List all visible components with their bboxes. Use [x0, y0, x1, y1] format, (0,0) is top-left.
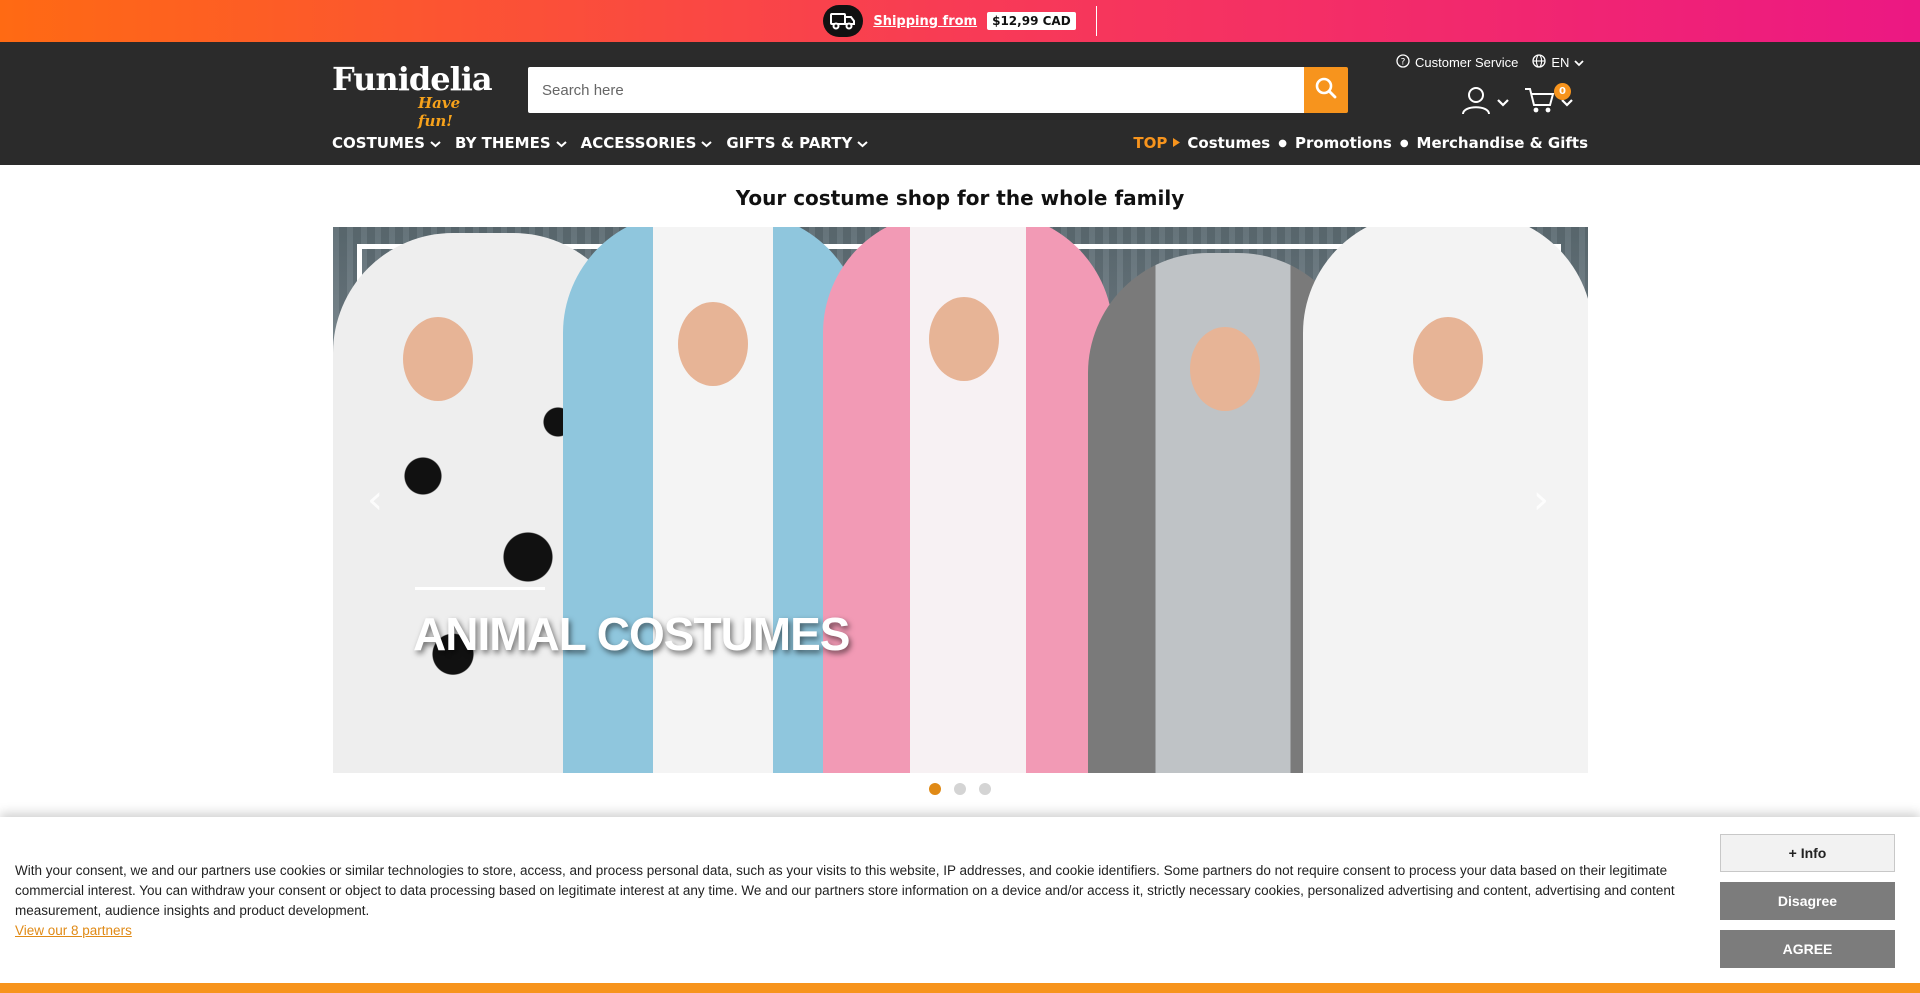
hero-face	[403, 317, 473, 401]
language-selector[interactable]: EN	[1532, 54, 1585, 71]
carousel-dot-1[interactable]	[929, 783, 941, 795]
cookie-consent-text: With your consent, we and our partners u…	[15, 863, 1675, 918]
top-label-text: TOP	[1133, 134, 1168, 152]
logo-tagline: Have fun!	[418, 94, 461, 130]
shipping-link[interactable]: Shipping from	[873, 14, 977, 29]
chevron-right-icon[interactable]: ›	[1533, 477, 1549, 523]
customer-service-label: Customer Service	[1415, 55, 1519, 70]
bottom-accent-strip	[0, 983, 1920, 993]
carousel-dot-3[interactable]	[979, 783, 991, 795]
hero-face	[1190, 327, 1260, 411]
promo-divider	[1095, 6, 1097, 36]
cookie-text-block: With your consent, we and our partners u…	[15, 861, 1705, 941]
hero-title-underline	[415, 587, 545, 590]
cart-count-badge: 0	[1554, 83, 1571, 100]
search-bar	[528, 67, 1348, 113]
hero-face	[678, 302, 748, 386]
nav-label: COSTUMES	[332, 134, 425, 152]
chevron-down-icon	[701, 134, 713, 152]
shipping-price-badge: $12,99 CAD	[987, 12, 1076, 30]
search-input[interactable]	[528, 67, 1304, 113]
language-label: EN	[1551, 55, 1570, 70]
customer-service-link[interactable]: ? Customer Service	[1396, 54, 1518, 71]
chevron-down-icon	[1574, 55, 1585, 70]
cart-icon	[1524, 85, 1556, 119]
nav-label: GIFTS & PARTY	[726, 134, 853, 152]
hero-banner[interactable]: ANIMAL COSTUMES ‹ ›	[333, 227, 1588, 773]
top-link-merchandise[interactable]: Merchandise & Gifts	[1417, 134, 1588, 152]
nav-separator: ●	[1399, 137, 1409, 149]
cookie-actions: + Info Disagree AGREE	[1720, 834, 1895, 968]
chevron-down-icon	[430, 134, 441, 152]
disagree-button[interactable]: Disagree	[1720, 882, 1895, 920]
svg-text:?: ?	[1401, 58, 1406, 68]
top-label: TOP	[1133, 134, 1181, 152]
chevron-left-icon[interactable]: ‹	[367, 477, 383, 523]
chevron-down-icon	[857, 134, 868, 152]
view-partners-link[interactable]: View our 8 partners	[15, 921, 132, 941]
top-link-costumes[interactable]: Costumes	[1187, 134, 1270, 152]
promo-bar: Shipping from $12,99 CAD	[0, 0, 1920, 42]
nav-separator: ●	[1278, 137, 1287, 149]
user-icon	[1460, 85, 1492, 119]
agree-button[interactable]: AGREE	[1720, 930, 1895, 968]
search-icon	[1314, 76, 1338, 104]
hero-face	[1413, 317, 1483, 401]
cookie-banner: With your consent, we and our partners u…	[0, 817, 1920, 983]
logo-text: Funidelia	[332, 60, 493, 98]
nav-by-themes[interactable]: BY THEMES	[455, 134, 567, 152]
search-button[interactable]	[1304, 67, 1348, 113]
main-nav: COSTUMES BY THEMES ACCESSORIES GIFTS & P…	[332, 134, 868, 152]
carousel-dots	[0, 783, 1920, 795]
carousel-dot-2[interactable]	[954, 783, 966, 795]
nav-accessories[interactable]: ACCESSORIES	[581, 134, 713, 152]
cart-menu[interactable]: 0	[1524, 83, 1574, 119]
account-menu[interactable]	[1460, 85, 1510, 119]
logo[interactable]: Funidelia Have fun!	[332, 60, 493, 130]
nav-costumes[interactable]: COSTUMES	[332, 134, 441, 152]
hero-face	[929, 297, 999, 381]
top-link-promotions[interactable]: Promotions	[1295, 134, 1392, 152]
chevron-down-icon	[1496, 93, 1510, 112]
play-arrow-icon	[1172, 134, 1181, 152]
nav-label: ACCESSORIES	[580, 134, 697, 152]
hero-title: ANIMAL COSTUMES	[413, 608, 850, 660]
nav-gifts-party[interactable]: GIFTS & PARTY	[726, 134, 868, 152]
nav-label: BY THEMES	[454, 134, 551, 152]
promo-content[interactable]: Shipping from $12,99 CAD	[823, 5, 1097, 37]
globe-icon	[1532, 54, 1546, 71]
truck-icon	[823, 5, 864, 37]
info-button[interactable]: + Info	[1720, 834, 1895, 872]
question-circle-icon: ?	[1396, 54, 1410, 71]
page-title: Your costume shop for the whole family	[735, 186, 1185, 210]
chevron-down-icon	[556, 134, 567, 152]
header-top-links: ? Customer Service EN	[1396, 54, 1585, 71]
top-nav: TOP Costumes ● Promotions ● Merchandise …	[1133, 134, 1588, 152]
site-header: Funidelia Have fun! ? Customer Service	[0, 42, 1920, 165]
